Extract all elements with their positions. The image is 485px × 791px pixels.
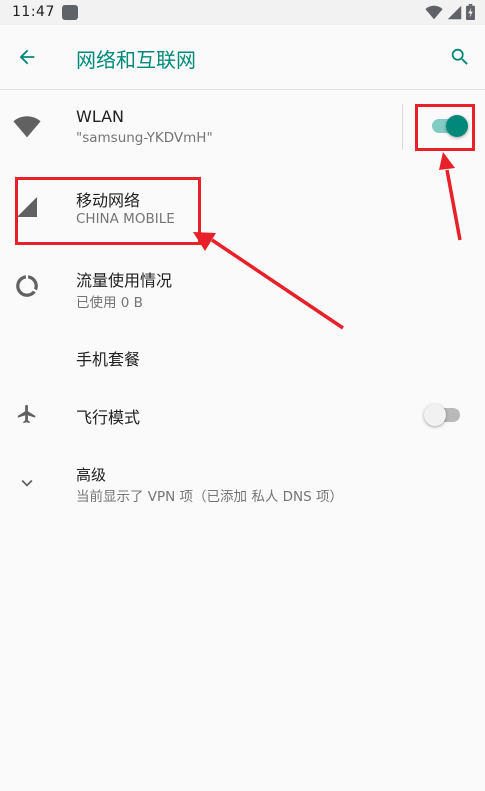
data-usage-icon bbox=[10, 269, 44, 303]
status-time: 11:47 bbox=[12, 4, 55, 20]
pref-row-data-usage[interactable]: 流量使用情况 已使用 0 B bbox=[0, 250, 485, 324]
data-usage-summary: 已使用 0 B bbox=[76, 295, 143, 311]
search-icon bbox=[451, 48, 468, 65]
wlan-summary: "samsung-YKDVmH" bbox=[76, 130, 213, 146]
wifi-icon bbox=[10, 110, 44, 144]
annotation-box-wlan-switch bbox=[415, 104, 475, 151]
back-button[interactable] bbox=[10, 40, 44, 74]
notification-icon bbox=[62, 5, 78, 20]
status-bar: 11:47 bbox=[0, 0, 485, 25]
pref-row-mobile-plan[interactable]: 手机套餐 bbox=[0, 330, 485, 384]
annotation-box-mobile-network bbox=[15, 177, 201, 245]
chevron-down-icon bbox=[10, 466, 44, 500]
signal-icon bbox=[447, 5, 462, 19]
screen: 11:47 网络和互联网 WLAN "samsung-YKDVmH" 移动网络 … bbox=[0, 0, 485, 791]
status-icons bbox=[425, 4, 475, 20]
page-title: 网络和互联网 bbox=[76, 48, 196, 72]
data-usage-title: 流量使用情况 bbox=[76, 271, 173, 290]
wlan-title: WLAN bbox=[76, 107, 125, 126]
arrow-back-icon bbox=[19, 49, 35, 65]
pref-row-airplane-mode[interactable]: 飞行模式 bbox=[0, 388, 485, 442]
battery-charging-icon bbox=[466, 4, 475, 20]
airplane-mode-switch[interactable] bbox=[424, 403, 464, 427]
airplane-mode-title: 飞行模式 bbox=[76, 408, 141, 427]
advanced-title: 高级 bbox=[76, 466, 107, 484]
wlan-divider bbox=[402, 104, 403, 150]
app-bar: 网络和互联网 bbox=[0, 25, 485, 90]
wifi-icon bbox=[425, 5, 443, 19]
advanced-summary: 当前显示了 VPN 项（已添加 私人 DNS 项） bbox=[76, 489, 343, 505]
pref-row-wlan[interactable]: WLAN "samsung-YKDVmH" bbox=[0, 90, 485, 164]
airplane-icon bbox=[10, 397, 44, 431]
search-button[interactable] bbox=[443, 40, 477, 74]
mobile-plan-title: 手机套餐 bbox=[76, 350, 141, 369]
pref-row-advanced[interactable]: 高级 当前显示了 VPN 项（已添加 私人 DNS 项） bbox=[0, 450, 485, 522]
